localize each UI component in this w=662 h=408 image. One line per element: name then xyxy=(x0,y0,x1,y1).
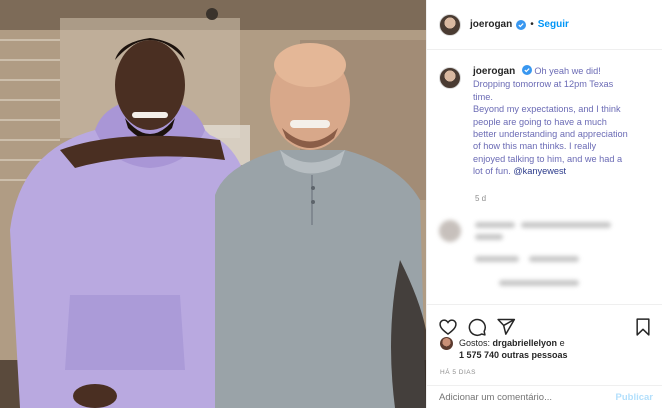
caption-username[interactable]: joerogan xyxy=(473,66,515,77)
post-actions xyxy=(427,304,662,340)
blurred-line xyxy=(529,256,579,262)
blurred-line xyxy=(521,222,611,228)
header-separator: • xyxy=(530,19,534,30)
caption-line-5: people are going to have a much xyxy=(473,116,607,127)
blurred-line xyxy=(499,280,579,286)
caption-line-8: enjoyed talking to him, and we had a xyxy=(473,153,623,164)
post-photo[interactable] xyxy=(0,0,426,408)
caption-timestamp: 5 d xyxy=(475,194,487,203)
author-avatar[interactable] xyxy=(439,13,461,36)
photo-illustration xyxy=(0,0,426,408)
caption-line-1: Oh yeah we did! xyxy=(534,66,601,76)
author-username[interactable]: joerogan xyxy=(470,19,512,30)
paper-plane-icon xyxy=(497,318,516,335)
blurred-comments xyxy=(439,212,649,302)
caption-line-6: better understanding and appreciation xyxy=(473,129,628,140)
likes-count[interactable]: 1 575 740 outras pessoas xyxy=(459,350,568,360)
share-button[interactable] xyxy=(496,317,516,337)
post-header: joerogan • Seguir xyxy=(427,0,662,50)
caption-line-2: Dropping tomorrow at 12pm Texas xyxy=(473,79,614,90)
blurred-avatar xyxy=(439,220,461,242)
bookmark-icon xyxy=(636,317,650,336)
post-caption: joerogan Oh yeah we did! Dropping tomorr… xyxy=(439,65,655,178)
verified-badge-icon xyxy=(516,19,527,30)
blurred-line xyxy=(475,222,515,228)
comment-icon xyxy=(468,318,486,336)
comment-button[interactable] xyxy=(467,317,487,337)
likes-text: Gostos: drgabriellelyon e 1 575 740 outr… xyxy=(459,337,568,361)
comment-bar: Publicar xyxy=(427,385,662,408)
likes-joiner: e xyxy=(559,338,565,348)
post-date[interactable]: HÁ 5 DIAS xyxy=(440,369,476,376)
liker-username[interactable]: drgabriellelyon xyxy=(493,338,558,348)
blurred-line xyxy=(475,234,503,240)
verified-badge-icon xyxy=(521,65,532,75)
caption-line-3: time. xyxy=(473,91,493,102)
mention-link[interactable]: @kanyewest xyxy=(513,166,566,176)
post-side-panel: joerogan • Seguir joerogan Oh yeah we di… xyxy=(426,0,662,408)
likes-summary: Gostos: drgabriellelyon e 1 575 740 outr… xyxy=(440,337,568,361)
liker-avatar[interactable] xyxy=(440,337,453,350)
follow-button[interactable]: Seguir xyxy=(538,19,569,30)
caption-line-7: of how this man thinks. I really xyxy=(473,141,597,152)
caption-line-4: Beyond my expectations, and I think xyxy=(473,104,621,115)
publish-button[interactable]: Publicar xyxy=(616,392,654,403)
heart-icon xyxy=(439,318,457,335)
caption-avatar[interactable] xyxy=(439,67,461,89)
caption-line-9: lot of fun. xyxy=(473,166,511,177)
save-button[interactable] xyxy=(633,317,653,337)
like-button[interactable] xyxy=(438,317,458,337)
likes-prefix: Gostos: xyxy=(459,338,491,348)
blurred-line xyxy=(475,256,519,262)
caption-text: joerogan Oh yeah we did! Dropping tomorr… xyxy=(473,65,628,178)
comment-input[interactable] xyxy=(439,391,589,403)
